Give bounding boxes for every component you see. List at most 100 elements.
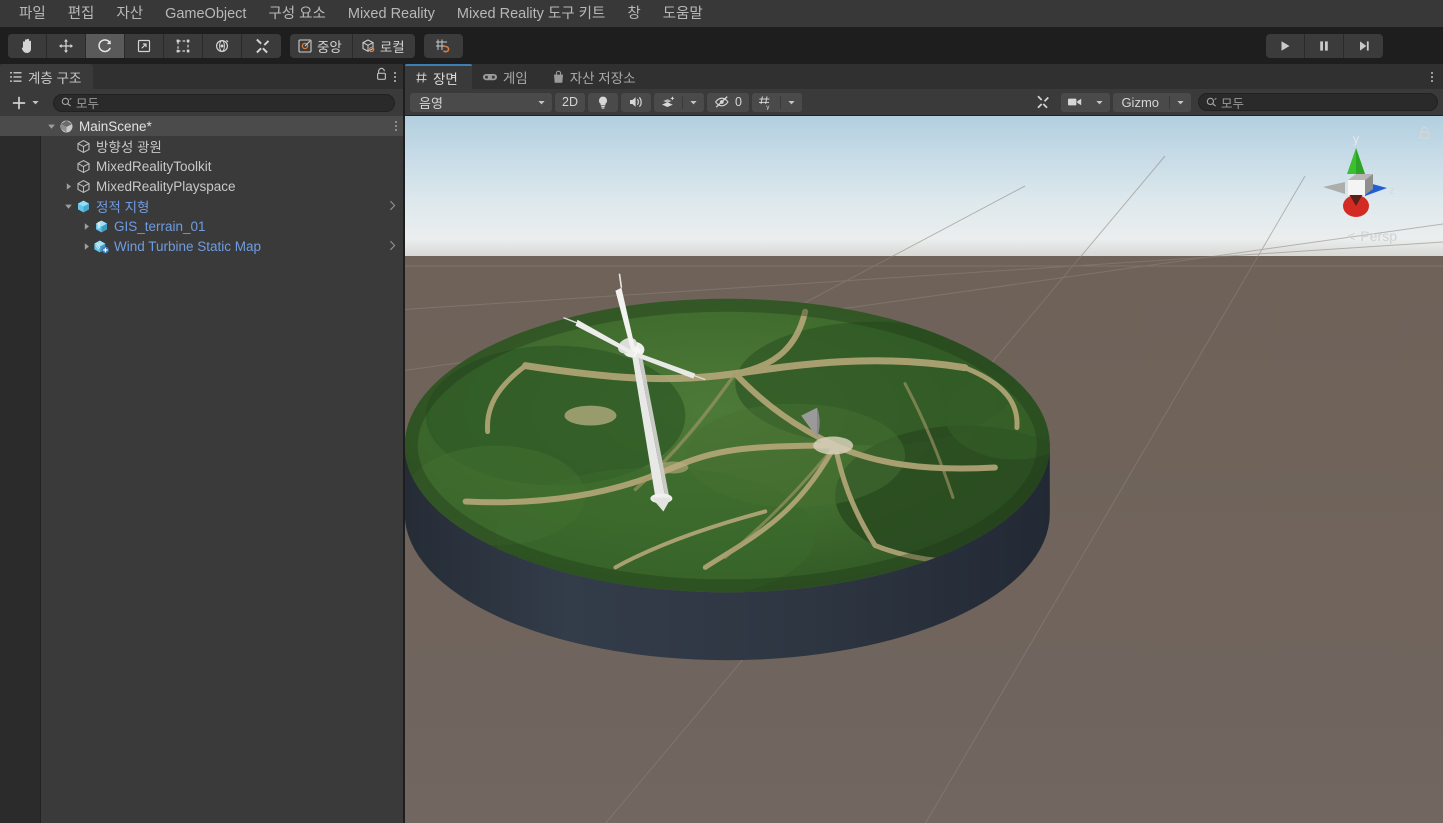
gizmo-axis-neg-x[interactable] [1323,182,1345,194]
tab-asset-store[interactable]: 자산 저장소 [542,64,650,89]
rotate-icon [96,37,114,55]
menu-item-window[interactable]: 창 [616,3,651,25]
transform-icon [213,37,231,55]
add-gameobject-button[interactable] [6,92,43,114]
menu-item-file[interactable]: 파일 [8,3,57,25]
scene-effects-button[interactable] [654,93,682,112]
pivot-mode-button[interactable]: 중앙 [290,34,353,58]
hierarchy-row[interactable]: 정적 지형 [0,196,403,216]
grid-snap-icon [434,37,452,55]
open-prefab-chevron-icon[interactable] [388,199,397,214]
scene-view-gizmo[interactable]: y z x [1311,126,1401,231]
hierarchy-menu-icon[interactable] [394,72,396,82]
hierarchy-row[interactable]: MixedRealityPlayspace [0,176,403,196]
scene-panel: 장면 게임 자산 저장소 음영 [405,64,1443,823]
scene-grid-button[interactable]: y [752,93,780,112]
snap-group [424,34,463,58]
hierarchy-row[interactable]: GIS_terrain_01 [0,216,403,236]
menu-item-gameobject[interactable]: GameObject [154,3,257,25]
menu-item-component[interactable]: 구성 요소 [257,3,336,25]
scene-tabbar-actions [1431,64,1443,89]
tab-game[interactable]: 게임 [472,64,542,89]
pause-icon [1317,39,1331,53]
menu-item-help[interactable]: 도움말 [652,3,714,25]
gameobject-icon [76,139,91,154]
plus-icon [9,93,29,113]
menu-item-edit[interactable]: 편집 [57,3,106,25]
gizmo-axis-y[interactable]: y [1347,132,1365,178]
expand-arrow-open-icon[interactable] [45,120,58,133]
step-button[interactable] [1344,34,1383,58]
hierarchy-row-label: Wind Turbine Static Map [114,239,261,254]
scene-audio-button[interactable] [621,93,651,112]
lock-icon[interactable] [375,67,388,86]
transform-tool-button[interactable] [203,34,242,58]
move-tool-button[interactable] [47,34,86,58]
hierarchy-tabbar: 계층 구조 [0,64,403,89]
hierarchy-row-label: MainScene* [79,119,152,134]
custom-tool-button[interactable] [242,34,281,58]
gizmo-axis-x[interactable]: x [1343,194,1369,226]
scene-row-menu-icon[interactable] [395,121,397,131]
scale-tool-button[interactable] [125,34,164,58]
scene-grid-icon [415,71,428,84]
hierarchy-row[interactable]: MixedRealityToolkit [0,156,403,176]
chevron-down-icon [1176,98,1185,107]
hierarchy-row-label: 정적 지형 [96,196,149,216]
menu-item-mrtk[interactable]: Mixed Reality 도구 키트 [446,3,616,25]
grid-axis-icon: y [758,95,774,110]
scene-camera-dropdown[interactable] [1089,93,1110,112]
hierarchy-row[interactable]: 방향성 광원 [0,136,403,156]
scene-search-input[interactable]: 모두 [1198,93,1438,111]
scene-grid-group: y [752,93,802,112]
scale-icon [135,37,153,55]
hierarchy-search-input[interactable]: 모두 [53,94,395,112]
draw-mode-dropdown[interactable]: 음영 [410,93,552,112]
hand-tool-button[interactable] [8,34,47,58]
scene-menu-icon[interactable] [1431,72,1433,82]
scene-grid-dropdown[interactable] [781,93,802,112]
hierarchy-row[interactable]: Wind Turbine Static Map [0,236,403,256]
tab-scene[interactable]: 장면 [405,64,472,89]
tab-hierarchy-label: 계층 구조 [28,67,81,87]
scene-tools-button[interactable] [1027,93,1058,112]
scene-camera-button[interactable] [1061,93,1089,112]
scene-viewport[interactable]: y z x [405,116,1443,823]
hierarchy-row[interactable]: MainScene* [0,116,403,136]
hierarchy-icon [9,70,23,84]
gizmo-axis-y-label: y [1353,132,1359,146]
expand-arrow-closed-icon[interactable] [80,240,93,253]
gizmo-dropdown[interactable]: Gizmo [1113,93,1191,112]
toggle-2d-button[interactable]: 2D [555,93,585,112]
grid-snap-button[interactable] [424,34,463,58]
pivot-rotation-button[interactable]: 로컬 [353,34,415,58]
menu-item-assets[interactable]: 자산 [105,3,154,25]
chevron-down-icon [31,98,40,107]
scene-toolbar: 음영 2D [405,89,1443,116]
tab-hierarchy[interactable]: 계층 구조 [0,64,93,89]
rotate-tool-button[interactable] [86,34,125,58]
expand-arrow-open-icon[interactable] [62,200,75,213]
gizmo-dropdown-arrow[interactable] [1170,93,1191,112]
projection-label[interactable]: < Persp [1347,228,1397,244]
shopping-bag-icon [552,70,565,84]
play-button[interactable] [1266,34,1305,58]
hierarchy-tree[interactable]: MainScene* 방향성 광원 MixedRealityToolkit Mi… [0,116,403,823]
expand-arrow-closed-icon[interactable] [62,180,75,193]
pause-button[interactable] [1305,34,1344,58]
scene-lighting-button[interactable] [588,93,618,112]
pivot-rotation-label: 로컬 [380,36,405,56]
search-icon [1206,97,1217,108]
move-icon [57,37,75,55]
open-prefab-chevron-icon[interactable] [388,239,397,254]
expand-arrow-closed-icon[interactable] [80,220,93,233]
viewport-lock-icon[interactable] [1418,126,1431,145]
scene-camera-group [1061,93,1110,112]
tools-icon [1034,94,1051,110]
rect-tool-button[interactable] [164,34,203,58]
menu-item-mixed-reality[interactable]: Mixed Reality [337,3,446,25]
scene-hidden-objects-button[interactable]: 0 [707,93,749,112]
scene-effects-dropdown[interactable] [683,93,704,112]
scene-effects-group [654,93,704,112]
hierarchy-rows: MainScene* 방향성 광원 MixedRealityToolkit Mi… [0,116,403,256]
